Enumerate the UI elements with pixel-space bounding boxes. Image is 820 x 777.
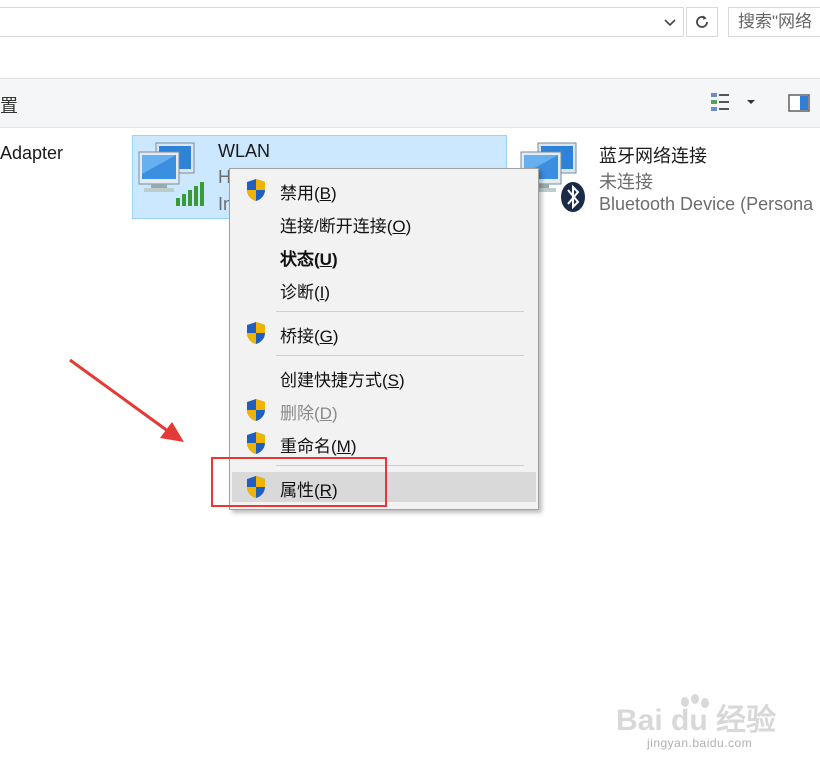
wlan-name: WLAN [218,141,271,161]
watermark-url: jingyan.baidu.com [647,736,753,750]
refresh-button[interactable] [686,7,718,37]
chevron-down-icon[interactable] [662,14,678,30]
view-options-icon[interactable] [710,91,732,113]
menu-item-accesskey: G [319,327,333,346]
command-bar-cut-label[interactable]: 置 [0,92,18,118]
uac-shield-icon [247,399,265,421]
menu-item-connect-disconnect[interactable]: 连接/断开连接(O) [232,208,536,238]
bluetooth-name: 蓝牙网络连接 [599,146,707,166]
menu-item-accesskey: U [319,250,332,269]
menu-item-label: 创建快捷方式( [280,371,388,390]
address-bar[interactable] [0,7,684,37]
menu-item-label: 禁用( [280,184,320,203]
menu-item-tail: ) [350,437,357,456]
address-toolbar: 搜索"网络 [0,0,820,44]
chevron-down-icon[interactable] [746,98,756,106]
adapter-label[interactable]: Adapter [0,143,63,164]
menu-item-tail: ) [331,184,337,203]
annotation-highlight-box [211,457,387,507]
bluetooth-status: 未连接 [599,172,653,192]
network-adapter-icon [138,142,204,206]
uac-shield-icon [247,179,265,201]
menu-item-tail: ) [331,250,338,269]
menu-item-create-shortcut[interactable]: 创建快捷方式(S) [232,362,536,392]
menu-item-accesskey: O [392,217,406,236]
menu-item-label: 状态( [280,250,320,269]
menu-item-disable[interactable]: 禁用(B) [232,175,536,205]
menu-item-label: 删除( [280,404,320,423]
menu-item-bridge[interactable]: 桥接(G) [232,318,536,348]
menu-item-accesskey: B [319,184,332,203]
menu-item-tail: ) [405,217,412,236]
search-input[interactable]: 搜索"网络 [728,7,820,37]
menu-item-label: 连接/断开连接( [280,217,393,236]
menu-item-accesskey: M [336,437,351,456]
menu-item-tail: ) [399,371,405,390]
menu-item-accesskey: S [387,371,400,390]
bluetooth-device: Bluetooth Device (Persona [599,194,814,214]
command-bar: 置 [0,78,820,128]
menu-item-tail: ) [324,283,331,302]
menu-item-delete: 删除(D) [232,395,536,425]
menu-item-tail: ) [331,404,338,423]
uac-shield-icon [247,432,265,454]
menu-item-label: 桥接( [280,327,320,346]
menu-item-status[interactable]: 状态(U) [232,241,536,271]
watermark-brand: Bai du 经验 [616,703,776,737]
menu-item-rename[interactable]: 重命名(M) [232,428,536,458]
menu-item-label: 诊断( [280,283,320,302]
menu-separator [276,355,524,356]
menu-separator [276,311,524,312]
menu-item-tail: ) [332,327,339,346]
menu-item-label: 重命名( [280,437,337,456]
menu-item-diagnose[interactable]: 诊断(I) [232,274,536,304]
refresh-icon [696,15,708,28]
uac-shield-icon [247,322,265,344]
annotation-arrow [69,358,184,442]
preview-pane-icon[interactable] [788,93,810,113]
menu-item-accesskey: D [319,404,332,423]
